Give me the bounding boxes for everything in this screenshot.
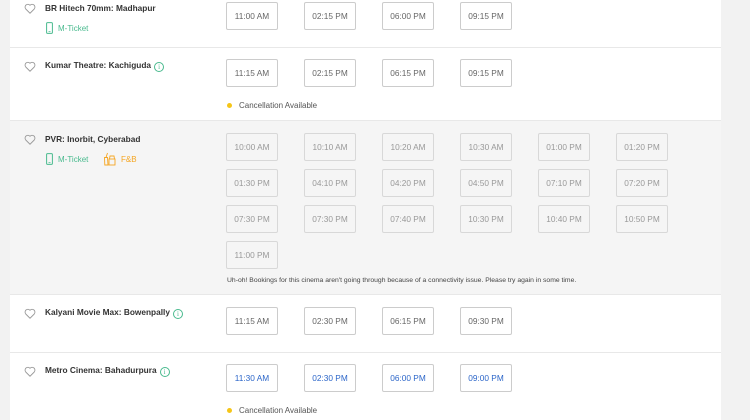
showtime-button[interactable]: 10:20 AM (382, 133, 434, 161)
showtime-button[interactable]: 04:10 PM (304, 169, 356, 197)
info-icon[interactable]: i (159, 367, 170, 377)
showtime-button[interactable]: 04:50 PM (460, 169, 512, 197)
showtime-button[interactable]: 09:30 PM (460, 307, 512, 335)
showtime-button[interactable]: 07:30 PM (304, 205, 356, 233)
showtime-button[interactable]: 09:00 PM (460, 364, 512, 392)
showtime-button[interactable]: 01:30 PM (226, 169, 278, 197)
connectivity-notice: Uh-oh! Bookings for this cinema aren't g… (227, 277, 577, 284)
showtime-button[interactable]: 09:15 PM (460, 2, 512, 30)
heart-icon[interactable] (24, 3, 36, 14)
cinema-name[interactable]: Kalyani Movie Max: Bowenpally i (45, 307, 183, 319)
cinema-row-br-hitech: BR Hitech 70mm: Madhapur M-Ticket 11:00 … (10, 0, 721, 48)
cancellation-available: Cancellation Available (227, 101, 317, 110)
cinema-name[interactable]: BR Hitech 70mm: Madhapur (45, 3, 156, 13)
cinema-row-kumar-theatre: Kumar Theatre: Kachiguda i 11:15 AM 02:15… (10, 48, 721, 121)
m-ticket-label: M-Ticket (58, 23, 89, 33)
cinema-name[interactable]: Kumar Theatre: Kachiguda i (45, 60, 165, 72)
showtime-button[interactable]: 02:15 PM (304, 2, 356, 30)
fnb-badge: F&B (103, 152, 137, 166)
mobile-phone-icon (46, 153, 53, 165)
cancellation-label: Cancellation Available (239, 406, 318, 415)
showtime-button[interactable]: 07:20 PM (616, 169, 668, 197)
showtime-button[interactable]: 06:00 PM (382, 2, 434, 30)
cancellation-available: Cancellation Available (227, 406, 317, 415)
dot-icon (227, 103, 232, 108)
showtime-button[interactable]: 02:30 PM (304, 307, 356, 335)
cinema-list: BR Hitech 70mm: Madhapur M-Ticket 11:00 … (10, 0, 721, 420)
showtime-button[interactable]: 10:30 PM (460, 205, 512, 233)
heart-icon[interactable] (24, 308, 36, 319)
showtime-button[interactable]: 11:15 AM (226, 307, 278, 335)
info-icon[interactable]: i (154, 62, 165, 72)
m-ticket-badge: M-Ticket (46, 22, 88, 34)
showtime-button[interactable]: 07:10 PM (538, 169, 590, 197)
mobile-phone-icon (46, 22, 53, 34)
showtime-button[interactable]: 04:20 PM (382, 169, 434, 197)
showtime-button[interactable]: 11:00 AM (226, 2, 278, 30)
cinema-name[interactable]: PVR: Inorbit, Cyberabad (45, 134, 140, 144)
food-beverage-icon (104, 152, 116, 166)
showtime-button[interactable]: 07:30 PM (226, 205, 278, 233)
showtime-button[interactable]: 06:00 PM (382, 364, 434, 392)
cinema-row-kalyani-movie-max: Kalyani Movie Max: Bowenpally i 11:15 AM … (10, 295, 721, 353)
cinema-name[interactable]: Metro Cinema: Bahadurpura i (45, 365, 170, 377)
showtime-button[interactable]: 06:15 PM (382, 59, 434, 87)
showtime-button[interactable]: 10:30 AM (460, 133, 512, 161)
showtime-button[interactable]: 01:00 PM (538, 133, 590, 161)
showtime-button[interactable]: 10:40 PM (538, 205, 590, 233)
showtime-button[interactable]: 07:40 PM (382, 205, 434, 233)
showtime-button[interactable]: 09:15 PM (460, 59, 512, 87)
showtime-button[interactable]: 11:00 PM (226, 241, 278, 269)
dot-icon (227, 408, 232, 413)
heart-icon[interactable] (24, 366, 36, 377)
showtime-button[interactable]: 02:15 PM (304, 59, 356, 87)
showtime-button[interactable]: 01:20 PM (616, 133, 668, 161)
m-ticket-label: M-Ticket (58, 154, 89, 164)
cancellation-label: Cancellation Available (239, 101, 318, 110)
showtime-button[interactable]: 06:15 PM (382, 307, 434, 335)
cinema-row-pvr-inorbit: PVR: Inorbit, Cyberabad M-Ticket F&B 10:… (10, 121, 721, 295)
showtime-button[interactable]: 11:15 AM (226, 59, 278, 87)
showtime-button[interactable]: 02:30 PM (304, 364, 356, 392)
page-margin (721, 0, 750, 420)
info-icon[interactable]: i (172, 309, 183, 319)
heart-icon[interactable] (24, 134, 36, 145)
showtime-button[interactable]: 11:30 AM (226, 364, 278, 392)
showtime-button[interactable]: 10:10 AM (304, 133, 356, 161)
heart-icon[interactable] (24, 61, 36, 72)
showtime-button[interactable]: 10:50 PM (616, 205, 668, 233)
fnb-label: F&B (121, 154, 137, 164)
cinema-row-metro-cinema: Metro Cinema: Bahadurpura i 11:30 AM 02:3… (10, 353, 721, 420)
showtime-button[interactable]: 10:00 AM (226, 133, 278, 161)
m-ticket-badge: M-Ticket (46, 153, 88, 165)
